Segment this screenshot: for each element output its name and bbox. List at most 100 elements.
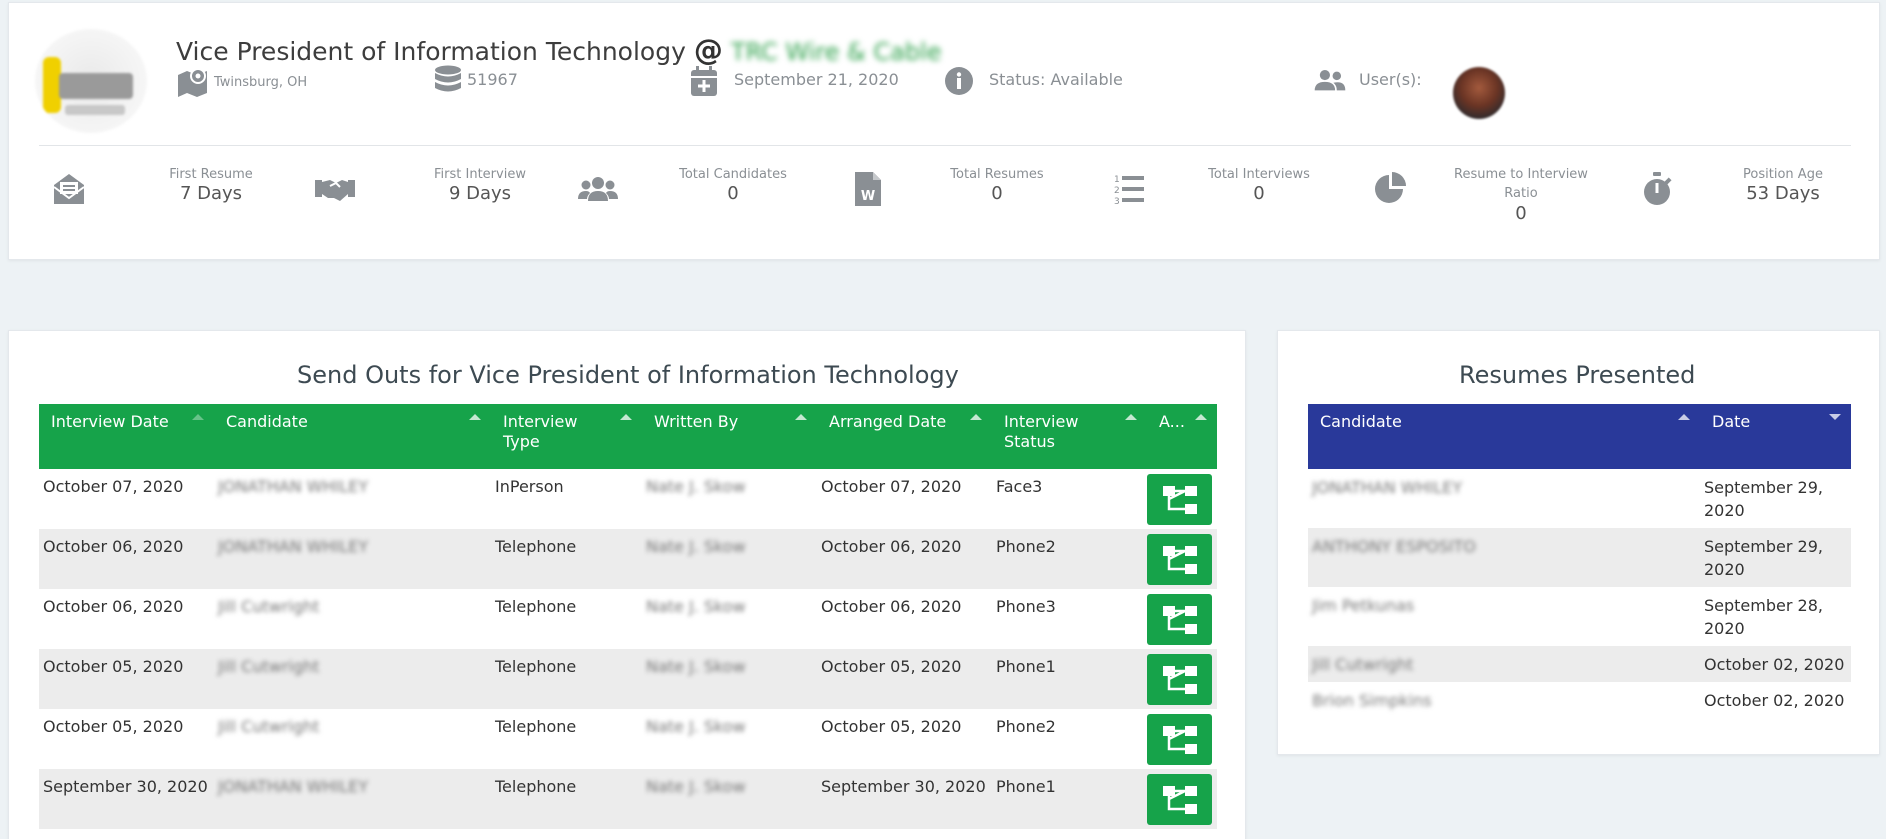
cell-date: October 02, 2020 (1704, 655, 1845, 674)
table-row[interactable]: October 07, 2020 JONATHAN WHILEY InPerso… (39, 469, 1217, 529)
meta-date: September 21, 2020 (688, 65, 899, 97)
column-header-label: Interview Status (1004, 412, 1079, 451)
stat-value: 0 (1253, 183, 1265, 204)
cell-date: September 29, 2020 (1704, 478, 1823, 520)
cell-candidate[interactable]: Jill Cutwright (1308, 646, 1700, 682)
stat-label: Total Candidates (679, 167, 787, 182)
sitemap-icon (1162, 485, 1197, 514)
cell-date: September 29, 2020 (1704, 537, 1823, 579)
cell-interview-type: Telephone (495, 597, 577, 616)
handshake-icon (315, 180, 355, 201)
cell-interview-status: Phone1 (996, 777, 1056, 796)
stopwatch-icon (1644, 172, 1672, 205)
send-outs-title: Send Outs for Vice President of Informat… (297, 361, 959, 389)
cell-date: October 02, 2020 (1704, 691, 1845, 710)
cell-interview-date: October 05, 2020 (43, 657, 184, 676)
column-header-candidate[interactable]: Candidate (214, 404, 491, 469)
job-title-line: Vice President of Information Technology… (176, 33, 941, 67)
cell-interview-date: October 06, 2020 (43, 597, 184, 616)
cell-interview-date: September 30, 2020 (43, 777, 208, 796)
cell-written-by: Nate J. Skow (646, 717, 746, 736)
users-label: User(s): (1359, 70, 1422, 89)
cell-candidate[interactable]: JONATHAN WHILEY (214, 469, 491, 529)
table-row[interactable]: October 06, 2020 Jill Cutwright Telephon… (39, 589, 1217, 649)
sort-arrow-icon (1125, 414, 1137, 420)
cell-actions (1147, 709, 1217, 769)
header-divider (39, 145, 1851, 146)
cell-candidate[interactable]: JONATHAN WHILEY (214, 529, 491, 589)
cell-written-by: Nate J. Skow (646, 537, 746, 556)
sort-arrow-icon (192, 414, 204, 420)
cell-actions (1147, 469, 1217, 529)
stat-label: Total Interviews (1208, 167, 1310, 182)
sitemap-icon (1162, 665, 1197, 694)
column-header-interview-date[interactable]: Interview Date (39, 404, 214, 469)
stat-label: Resume to Interview Ratio (1454, 167, 1588, 201)
cell-written-by: Nate J. Skow (646, 777, 746, 796)
table-row[interactable]: October 05, 2020 Jill Cutwright Telephon… (39, 709, 1217, 769)
column-header-label: Candidate (226, 412, 308, 431)
workflow-action-button[interactable] (1147, 474, 1212, 525)
table-row[interactable]: Jill Cutwright October 02, 2020 (1308, 646, 1851, 682)
cell-actions (1147, 649, 1217, 709)
workflow-action-button[interactable] (1147, 594, 1212, 645)
column-header-label: Written By (654, 412, 739, 431)
cell-interview-status: Phone3 (996, 597, 1056, 616)
table-row[interactable]: JONATHAN WHILEY September 29, 2020 (1308, 469, 1851, 528)
cell-candidate[interactable]: Brion Simpkins (1308, 682, 1700, 718)
sort-arrow-icon (970, 414, 982, 420)
stat-label: First Resume (169, 167, 253, 182)
cell-candidate[interactable]: Jill Cutwright (214, 589, 491, 649)
cell-interview-date: October 06, 2020 (43, 537, 184, 556)
cell-candidate[interactable]: Jill Cutwright (214, 649, 491, 709)
column-header-written-by[interactable]: Written By (642, 404, 817, 469)
column-header-actions[interactable]: A... (1147, 404, 1217, 469)
stat-label: Total Resumes (950, 167, 1044, 182)
column-header-label: Candidate (1320, 412, 1402, 431)
info-circle-icon (945, 67, 973, 95)
cell-actions (1147, 589, 1217, 649)
workflow-action-button[interactable] (1147, 774, 1212, 825)
cell-arranged-date: October 07, 2020 (821, 477, 962, 496)
stat-label: Position Age (1743, 167, 1823, 182)
cell-candidate[interactable]: Jim Petkunas (1308, 587, 1700, 646)
cell-candidate[interactable]: Jill Cutwright (214, 709, 491, 769)
sitemap-icon (1162, 605, 1197, 634)
cell-interview-date: October 07, 2020 (43, 477, 184, 496)
workflow-action-button[interactable] (1147, 654, 1212, 705)
stat-value: 7 Days (179, 183, 243, 204)
cell-arranged-date: October 05, 2020 (821, 717, 962, 736)
column-header-interview-status[interactable]: Interview Status (992, 404, 1147, 469)
workflow-action-button[interactable] (1147, 534, 1212, 585)
company-name[interactable]: TRC Wire & Cable (731, 38, 942, 66)
table-row[interactable]: October 05, 2020 Jill Cutwright Telephon… (39, 649, 1217, 709)
sitemap-icon (1162, 785, 1197, 814)
cell-interview-type: Telephone (495, 657, 577, 676)
sort-arrow-icon (1195, 414, 1207, 420)
svg-text:2: 2 (1114, 186, 1120, 196)
stat-value: 9 Days (448, 183, 512, 204)
table-row[interactable]: October 06, 2020 JONATHAN WHILEY Telepho… (39, 529, 1217, 589)
table-row[interactable]: Brion Simpkins October 02, 2020 (1308, 682, 1851, 718)
cell-arranged-date: October 05, 2020 (821, 657, 962, 676)
column-header-arranged-date[interactable]: Arranged Date (817, 404, 992, 469)
cell-written-by: Nate J. Skow (646, 477, 746, 496)
table-row[interactable]: September 30, 2020 JONATHAN WHILEY Telep… (39, 769, 1217, 829)
workflow-action-button[interactable] (1147, 714, 1212, 765)
column-header-date[interactable]: Date (1700, 404, 1851, 469)
cell-interview-type: Telephone (495, 717, 577, 736)
stat-value: 0 (991, 183, 1003, 204)
cell-candidate[interactable]: JONATHAN WHILEY (214, 769, 491, 829)
column-header-candidate[interactable]: Candidate (1308, 404, 1700, 469)
cell-candidate[interactable]: ANTHONY ESPOSITO (1308, 528, 1700, 587)
sitemap-icon (1162, 545, 1197, 574)
table-row[interactable]: ANTHONY ESPOSITO September 29, 2020 (1308, 528, 1851, 587)
svg-text:W: W (861, 189, 875, 204)
at-symbol: @ (693, 33, 723, 67)
column-header-interview-type[interactable]: Interview Type (491, 404, 642, 469)
send-outs-table-header: Interview Date Candidate Interview Type … (39, 404, 1217, 469)
user-avatar[interactable] (1453, 67, 1505, 119)
cell-interview-status: Phone2 (996, 717, 1056, 736)
cell-candidate[interactable]: JONATHAN WHILEY (1308, 469, 1700, 528)
table-row[interactable]: Jim Petkunas September 28, 2020 (1308, 587, 1851, 646)
